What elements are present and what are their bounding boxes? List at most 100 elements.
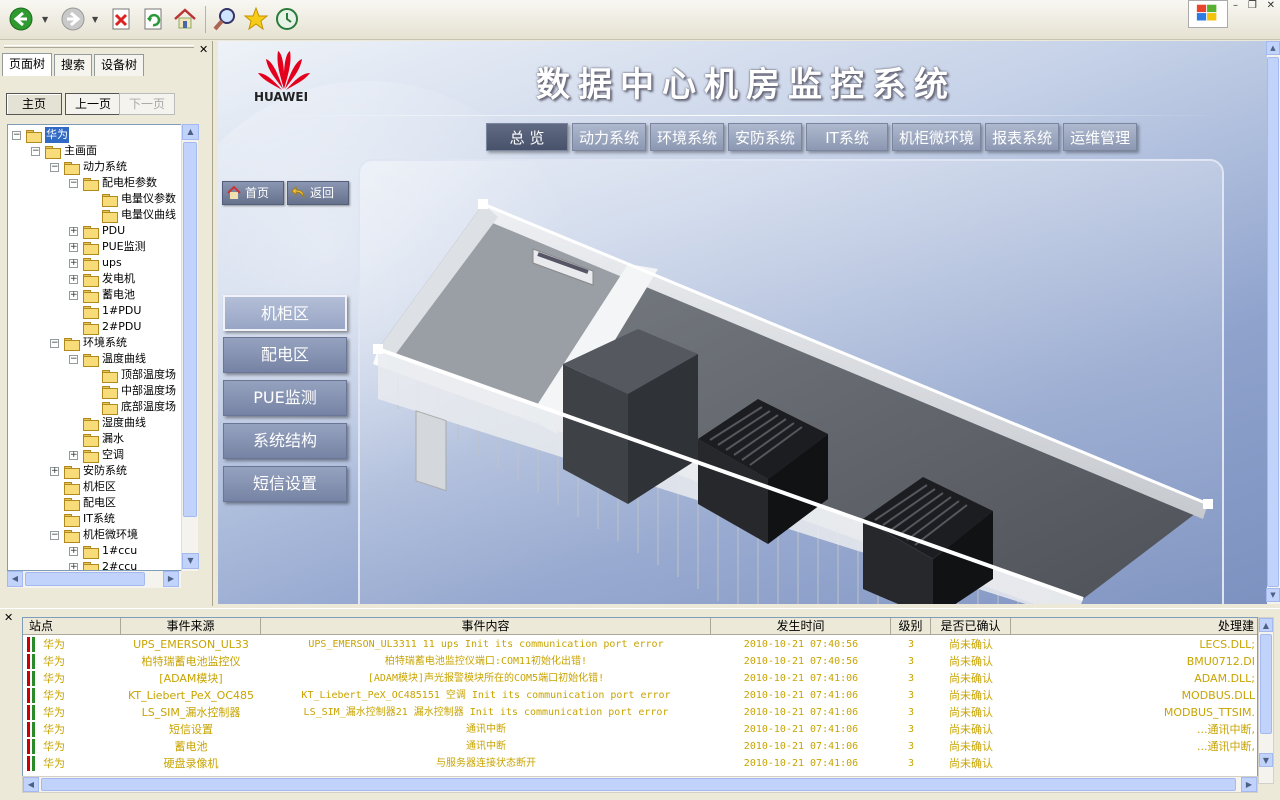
table-row[interactable]: 华为 KT_Liebert_PeX_OC485 KT_Liebert_PeX_OC4…	[23, 687, 1257, 704]
tab-device-tree[interactable]: 设备树	[94, 54, 145, 76]
menu-security-system[interactable]: 安防系统	[728, 123, 803, 151]
tree-node[interactable]: − 华为	[8, 127, 188, 143]
tree-node[interactable]: − 配电柜参数	[8, 175, 188, 191]
scroll-down-icon[interactable]: ▼	[182, 553, 199, 569]
column-header[interactable]: 发生时间	[711, 618, 891, 635]
expand-icon[interactable]: +	[69, 451, 78, 460]
event-scroll-down-icon[interactable]: ▼	[1259, 753, 1273, 767]
menu-operations[interactable]: 运维管理	[1063, 123, 1138, 151]
side-button-pue-monitoring[interactable]: PUE监测	[223, 380, 347, 416]
tree-node[interactable]: + PDU	[8, 223, 188, 239]
tree-node[interactable]: − 环境系统	[8, 335, 188, 351]
search-icon[interactable]	[212, 6, 238, 32]
tree-node[interactable]: + 安防系统	[8, 463, 188, 479]
table-row[interactable]: 华为 LS_SIM_漏水控制器 LS_SIM_漏水控制器21 漏水控制器 Init …	[23, 704, 1257, 721]
back-dropdown-icon[interactable]: ▼	[42, 15, 48, 24]
event-scroll-left-icon[interactable]: ◀	[23, 777, 39, 792]
expand-icon[interactable]: +	[69, 275, 78, 284]
page-scroll-down-icon[interactable]: ▼	[1266, 588, 1280, 602]
event-scroll-thumb-horizontal[interactable]	[41, 778, 1236, 791]
home-page-button[interactable]: 主页	[6, 93, 62, 115]
table-row[interactable]: 华为 UPS_EMERSON_UL33 UPS_EMERSON_UL3311 11 …	[23, 636, 1257, 653]
forward-dropdown-icon[interactable]: ▼	[92, 15, 98, 24]
column-header[interactable]: 事件内容	[261, 618, 711, 635]
tree-node[interactable]: + 发电机	[8, 271, 188, 287]
menu-power-system[interactable]: 动力系统	[572, 123, 647, 151]
tree-node[interactable]: + 蓄电池	[8, 287, 188, 303]
tree-node[interactable]: − 主画面	[8, 143, 188, 159]
next-page-button[interactable]: 下一页	[119, 93, 175, 115]
column-header[interactable]: 事件来源	[121, 618, 261, 635]
tree-node[interactable]: 1#PDU	[8, 303, 188, 319]
expand-icon[interactable]: +	[50, 467, 59, 476]
tree-node[interactable]: + ups	[8, 255, 188, 271]
tree-node[interactable]: 顶部温度场	[8, 367, 188, 383]
panel-grip[interactable]	[4, 45, 194, 48]
collapse-icon[interactable]: −	[50, 531, 59, 540]
page-scroll-up-icon[interactable]: ▲	[1266, 41, 1280, 55]
collapse-icon[interactable]: −	[50, 163, 59, 172]
collapse-icon[interactable]: −	[69, 355, 78, 364]
menu-it-system[interactable]: IT系统	[806, 123, 889, 151]
close-icon[interactable]: ✕	[1267, 0, 1275, 16]
collapse-icon[interactable]: −	[31, 147, 40, 156]
tree-node[interactable]: 2#PDU	[8, 319, 188, 335]
event-panel-close-icon[interactable]: ✕	[4, 611, 13, 624]
menu-cabinet-environment[interactable]: 机柜微环境	[892, 123, 982, 151]
tree-node[interactable]: + PUE监测	[8, 239, 188, 255]
tree-vertical-scrollbar[interactable]: ▲ ▼	[181, 124, 199, 571]
stop-icon[interactable]	[108, 6, 134, 32]
tree-node[interactable]: 电量仪参数	[8, 191, 188, 207]
page-scroll-thumb[interactable]	[1267, 57, 1279, 587]
collapse-icon[interactable]: −	[69, 179, 78, 188]
previous-page-button[interactable]: 上一页	[65, 93, 121, 115]
expand-icon[interactable]: +	[69, 259, 78, 268]
table-row[interactable]: 华为 蓄电池 通讯中断 2010-10-21 07:41:06 3 尚未确认 ...通讯中断…	[23, 738, 1257, 755]
column-header[interactable]: 级别	[891, 618, 931, 635]
menu-report-system[interactable]: 报表系统	[985, 123, 1060, 151]
history-icon[interactable]	[274, 6, 300, 32]
page-vertical-scrollbar[interactable]: ▲ ▼	[1266, 41, 1280, 604]
event-scroll-up-icon[interactable]: ▲	[1259, 618, 1273, 632]
column-header[interactable]: 是否已确认	[931, 618, 1011, 635]
tab-page-tree[interactable]: 页面树	[2, 53, 53, 76]
tree-node[interactable]: + 空调	[8, 447, 188, 463]
tree-node[interactable]: +2#ccu	[8, 559, 188, 570]
panel-close-icon[interactable]: ✕	[199, 43, 208, 56]
tree-node[interactable]: 漏水	[8, 431, 188, 447]
home-icon[interactable]	[172, 6, 198, 32]
scroll-thumb-horizontal[interactable]	[25, 572, 145, 586]
event-scroll-right-icon[interactable]: ▶	[1241, 777, 1257, 792]
side-button-distribution-zone[interactable]: 配电区	[223, 337, 347, 373]
side-button-sms-settings[interactable]: 短信设置	[223, 466, 347, 502]
favorites-icon[interactable]	[243, 6, 269, 32]
expand-icon[interactable]: +	[69, 563, 78, 570]
tree-node[interactable]: 机柜区	[8, 479, 188, 495]
tree-node[interactable]: 底部温度场	[8, 399, 188, 415]
expand-icon[interactable]: +	[69, 227, 78, 236]
tree-node[interactable]: 配电区	[8, 495, 188, 511]
column-header[interactable]: 站点	[23, 618, 121, 635]
tab-search[interactable]: 搜索	[54, 54, 93, 76]
table-row[interactable]: 华为 柏特瑞蓄电池监控仪 柏特瑞蓄电池监控仪端口:COM11初始化出错! 2010-1…	[23, 653, 1257, 670]
back-icon[interactable]	[8, 6, 34, 32]
table-row[interactable]: 华为 短信设置 通讯中断 2010-10-21 07:41:06 3 尚未确认 ...通讯中…	[23, 721, 1257, 738]
tree-node[interactable]: 中部温度场	[8, 383, 188, 399]
scroll-thumb[interactable]	[183, 142, 197, 517]
forward-icon[interactable]	[60, 6, 86, 32]
expand-icon[interactable]: +	[69, 291, 78, 300]
side-button-cabinet-zone[interactable]: 机柜区	[223, 295, 347, 331]
event-scroll-thumb[interactable]	[1260, 634, 1272, 734]
quick-back-button[interactable]: 返回	[287, 181, 349, 205]
tree-node[interactable]: 电量仪曲线	[8, 207, 188, 223]
quick-home-button[interactable]: 首页	[222, 181, 284, 205]
tree-node[interactable]: 湿度曲线	[8, 415, 188, 431]
tree-node[interactable]: − 温度曲线	[8, 351, 188, 367]
menu-environment-system[interactable]: 环境系统	[650, 123, 725, 151]
scroll-left-icon[interactable]: ◀	[7, 571, 23, 587]
refresh-icon[interactable]	[140, 6, 166, 32]
table-row[interactable]: 华为 [ADAM模块] [ADAM模块]声光报警模块所在的COM5端口初始化错! 20…	[23, 670, 1257, 687]
event-vertical-scrollbar[interactable]: ▲ ▼	[1258, 617, 1274, 784]
tree-node[interactable]: − 动力系统	[8, 159, 188, 175]
menu-overview[interactable]: 总 览	[486, 123, 568, 151]
